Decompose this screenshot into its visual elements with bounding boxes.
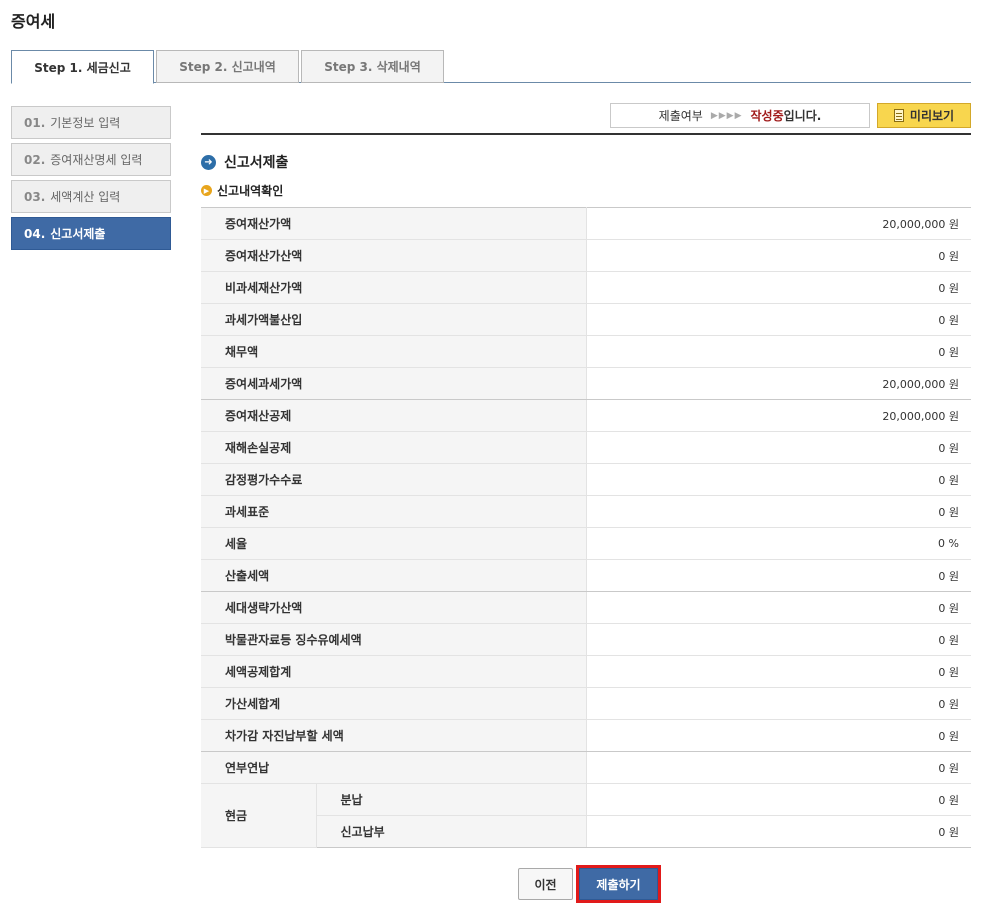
row-label: 비과세재산가액: [201, 271, 587, 304]
table-row: 박물관자료등 징수유예세액 0 원: [201, 623, 971, 656]
sidebar-item-tax-calc[interactable]: 03. 세액계산 입력: [11, 180, 171, 213]
sidebar-item-basic-info[interactable]: 01. 기본정보 입력: [11, 106, 171, 139]
row-value: 20,000,000 원: [586, 399, 971, 432]
row-label: 차가감 자진납부할 세액: [201, 719, 587, 752]
page-title: 증여세: [11, 12, 56, 31]
table-row: 증여세과세가액 20,000,000 원: [201, 367, 971, 400]
tab-step1[interactable]: Step 1. 세금신고: [11, 50, 154, 84]
row-value: 0 원: [586, 655, 971, 688]
summary-table: 증여재산가액 20,000,000 원 증여재산가산액 0 원 비과세재산가액 0 원…: [201, 207, 971, 848]
row-value: 0 원: [586, 623, 971, 656]
cash-label: 현금: [201, 783, 317, 848]
row-label: 세액공제합계: [201, 655, 587, 688]
sidebar-item-num: 02.: [24, 152, 46, 167]
table-row: 증여재산가산액 0 원: [201, 239, 971, 272]
tab-step2[interactable]: Step 2. 신고내역: [156, 50, 299, 83]
row-value: 0 %: [586, 527, 971, 560]
row-value: 0 원: [586, 751, 971, 784]
row-value: 0 원: [586, 463, 971, 496]
row-value: 0 원: [586, 239, 971, 272]
row-value: 0 원: [586, 783, 971, 816]
document-icon: [893, 109, 904, 122]
table-row: 채무액 0 원: [201, 335, 971, 368]
table-row: 산출세액 0 원: [201, 559, 971, 592]
submission-status: 제출여부 ▶▶▶▶ 작성중 입니다.: [610, 103, 870, 128]
status-label: 제출여부: [658, 109, 703, 123]
section-title: 신고서제출: [224, 155, 289, 171]
row-value: 0 원: [586, 495, 971, 528]
main-divider: [201, 133, 971, 135]
table-row: 과세가액불산입 0 원: [201, 303, 971, 336]
row-value: 0 원: [586, 687, 971, 720]
status-state: 작성중: [750, 109, 784, 123]
table-row: 재해손실공제 0 원: [201, 431, 971, 464]
row-label: 신고납부: [316, 815, 587, 848]
status-arrows: ▶▶▶▶: [710, 110, 743, 121]
table-row: 가산세합계 0 원: [201, 687, 971, 720]
row-label: 박물관자료등 징수유예세액: [201, 623, 587, 656]
row-label: 증여재산가산액: [201, 239, 587, 272]
table-row: 세대생략가산액 0 원: [201, 591, 971, 624]
row-label: 과세표준: [201, 495, 587, 528]
sidebar-item-submit-return[interactable]: 04. 신고서제출: [11, 217, 171, 250]
table-row: 세율 0 %: [201, 527, 971, 560]
table-row: 연부연납 0 원: [201, 751, 971, 784]
table-row: 증여재산가액 20,000,000 원: [201, 207, 971, 240]
sub-heading: ▶ 신고내역확인: [201, 182, 283, 199]
table-row: 신고납부 0 원: [201, 815, 971, 848]
sidebar-item-num: 04.: [24, 226, 46, 241]
row-label: 과세가액불산입: [201, 303, 587, 336]
row-value: 0 원: [586, 271, 971, 304]
circle-arrow-icon: ➜: [201, 154, 216, 170]
sidebar-item-label: 기본정보 입력: [50, 116, 121, 130]
table-row: 세액공제합계 0 원: [201, 655, 971, 688]
row-label: 증여재산공제: [201, 399, 587, 432]
row-value: 0 원: [586, 303, 971, 336]
row-label: 감정평가수수료: [201, 463, 587, 496]
table-row: 차가감 자진납부할 세액 0 원: [201, 719, 971, 752]
sidebar-item-label: 증여재산명세 입력: [50, 153, 143, 167]
row-label: 세대생략가산액: [201, 591, 587, 624]
sub-title: 신고내역확인: [217, 184, 284, 198]
sidebar-item-num: 03.: [24, 189, 46, 204]
sidebar-item-label: 세액계산 입력: [50, 190, 121, 204]
row-label: 증여세과세가액: [201, 367, 587, 400]
sidebar-item-num: 01.: [24, 115, 46, 130]
table-row: 감정평가수수료 0 원: [201, 463, 971, 496]
preview-button[interactable]: 미리보기: [877, 103, 971, 128]
table-row: 증여재산공제 20,000,000 원: [201, 399, 971, 432]
table-row: 과세표준 0 원: [201, 495, 971, 528]
step-tabs: Step 1. 세금신고 Step 2. 신고내역 Step 3. 삭제내역: [11, 50, 971, 84]
row-label: 분납: [316, 783, 587, 816]
tab-step3[interactable]: Step 3. 삭제내역: [301, 50, 444, 83]
section-heading: ➜ 신고서제출: [201, 152, 288, 172]
row-value: 20,000,000 원: [586, 367, 971, 400]
row-label: 세율: [201, 527, 587, 560]
row-label: 재해손실공제: [201, 431, 587, 464]
row-label: 산출세액: [201, 559, 587, 592]
row-value: 0 원: [586, 591, 971, 624]
table-row: 비과세재산가액 0 원: [201, 271, 971, 304]
table-row: 현금 분납 0 원: [201, 783, 971, 848]
row-label: 가산세합계: [201, 687, 587, 720]
submit-button[interactable]: 제출하기: [579, 868, 658, 900]
step-sidebar: 01. 기본정보 입력 02. 증여재산명세 입력 03. 세액계산 입력 04…: [11, 106, 171, 254]
row-label: 채무액: [201, 335, 587, 368]
status-suffix: 입니다.: [783, 109, 822, 123]
row-value: 0 원: [586, 815, 971, 848]
row-value: 0 원: [586, 335, 971, 368]
row-value: 0 원: [586, 559, 971, 592]
sidebar-item-label: 신고서제출: [50, 227, 106, 241]
bullet-arrow-icon: ▶: [201, 185, 212, 196]
row-value: 20,000,000 원: [586, 207, 971, 240]
preview-button-label: 미리보기: [909, 109, 955, 123]
row-value: 0 원: [586, 431, 971, 464]
sidebar-item-property-details[interactable]: 02. 증여재산명세 입력: [11, 143, 171, 176]
prev-button[interactable]: 이전: [518, 868, 573, 900]
row-label: 연부연납: [201, 751, 587, 784]
row-value: 0 원: [586, 719, 971, 752]
row-label: 증여재산가액: [201, 207, 587, 240]
